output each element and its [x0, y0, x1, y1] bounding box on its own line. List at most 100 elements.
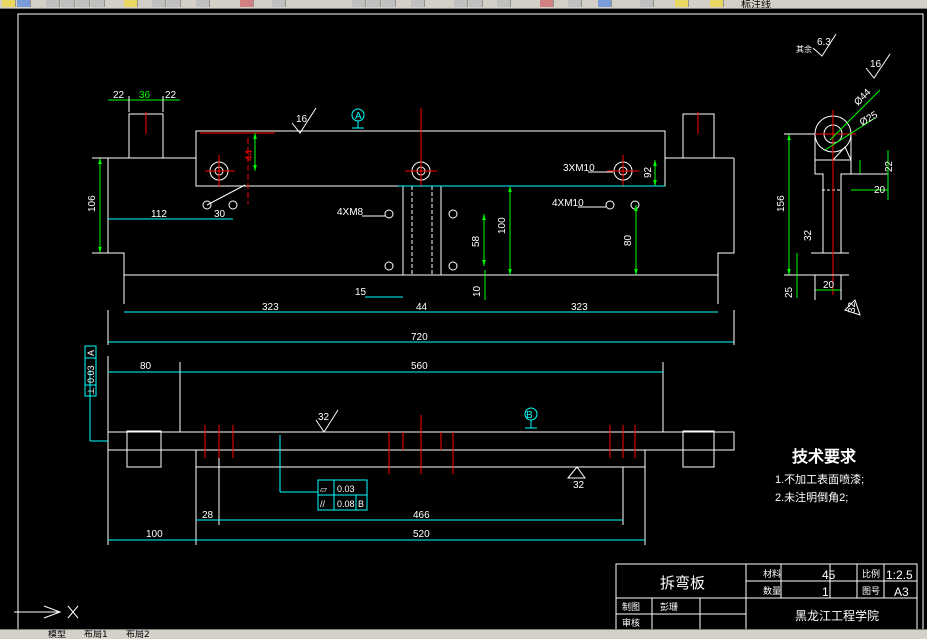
- design-center-icon[interactable]: [497, 0, 511, 7]
- front-view-centerlines: [204, 415, 636, 474]
- zoom-window-icon[interactable]: [367, 0, 381, 7]
- layer-manager-icon[interactable]: [640, 0, 654, 7]
- qty-label: 数量: [763, 585, 781, 596]
- dim-22a: 22: [113, 90, 125, 101]
- copy-icon[interactable]: [76, 0, 90, 7]
- material-value: 45: [822, 568, 836, 582]
- qty-value: 1: [822, 585, 829, 599]
- tol-par-val: 0.08: [337, 499, 355, 509]
- text-style-icon[interactable]: [454, 0, 468, 7]
- right-clamp: [682, 430, 715, 468]
- tol-flat-sym: ▱: [320, 484, 327, 494]
- tol-flat-val: 0.03: [337, 484, 355, 494]
- top-plate: [195, 130, 666, 187]
- save-icon[interactable]: [17, 0, 31, 7]
- tool-palette-icon[interactable]: [540, 0, 554, 7]
- properties-icon[interactable]: [469, 0, 483, 7]
- note-4xm8: 4XM8: [337, 207, 364, 218]
- material-label: 材料: [763, 568, 781, 579]
- zoom-realtime-icon[interactable]: [352, 0, 366, 7]
- tol-perp-sym: ⊥: [86, 387, 96, 395]
- layer-color-icon[interactable]: [710, 0, 724, 7]
- drawn-label: 制图: [622, 601, 640, 612]
- roughness-16-side: 16: [870, 59, 882, 70]
- paste-icon[interactable]: [91, 0, 105, 7]
- front-view-dimensions: [89, 370, 663, 541]
- drawing-canvas[interactable]: 22 36 22 106 112 30 44 92 58 100 80 10 1…: [0, 8, 927, 629]
- dim-520: 520: [413, 529, 430, 540]
- zoom-extents-icon[interactable]: [411, 0, 425, 7]
- tol-perp-val: 0.03: [86, 365, 96, 383]
- dim-22b: 22: [165, 90, 177, 101]
- match-properties-icon[interactable]: [124, 0, 138, 7]
- pan-icon[interactable]: [196, 0, 210, 7]
- tolerance-perpendicularity: A 0.03 ⊥: [84, 345, 97, 397]
- tech-req-item2: 2.未注明倒角2;: [775, 490, 848, 504]
- dim-25: 25: [784, 286, 795, 298]
- tech-requirements: 技术要求 1.不加工表面喷漆; 2.未注明倒角2;: [775, 447, 864, 504]
- cut-icon[interactable]: [61, 0, 75, 7]
- open-icon[interactable]: [2, 0, 16, 7]
- school-name: 黑龙江工程学院: [795, 608, 879, 623]
- undo-icon[interactable]: [152, 0, 166, 7]
- side-view-centerlines: [810, 110, 856, 295]
- dim-15: 15: [355, 287, 367, 298]
- dim-28: 28: [202, 510, 214, 521]
- zoom-previous-icon[interactable]: [382, 0, 396, 7]
- calculator-icon[interactable]: [568, 0, 582, 7]
- redo-icon[interactable]: [167, 0, 181, 7]
- help-icon[interactable]: [598, 0, 612, 7]
- side-view: [811, 115, 852, 254]
- arrow-down-icon[interactable]: [272, 0, 286, 7]
- dim-30: 30: [214, 209, 226, 220]
- drawn-name: 彭珊: [660, 601, 678, 612]
- layer-icon[interactable]: [240, 0, 254, 7]
- sheet-label: 图号: [862, 586, 880, 596]
- roughness-32b: 32: [573, 480, 585, 491]
- dim-44v: 44: [244, 149, 255, 161]
- dim-dia25: Ø25: [858, 109, 880, 128]
- print-icon[interactable]: [46, 0, 60, 7]
- roughness-32a: 32: [318, 412, 330, 423]
- tol-perp-ref: A: [86, 350, 96, 356]
- dim-f100: 100: [146, 529, 163, 540]
- tech-req-title: 技术要求: [792, 447, 857, 466]
- dim-92: 92: [643, 166, 654, 178]
- ucs-icon: [14, 605, 79, 619]
- dim-44: 44: [416, 302, 428, 313]
- note-rest: 其余: [796, 44, 812, 54]
- side-view-dim-text: 156 25 20 20 22 32 Ø44 Ø25 其余 6.3 16 32: [776, 37, 895, 313]
- dim-323a: 323: [262, 302, 279, 313]
- scale-value: 1:2.5: [886, 568, 913, 582]
- roughness-63: 6.3: [817, 37, 831, 48]
- dim-10: 10: [472, 285, 483, 297]
- dim-80: 80: [623, 234, 634, 246]
- dim-466: 466: [413, 510, 430, 521]
- tech-req-item1: 1.不加工表面喷漆;: [775, 472, 864, 486]
- top-view-dimensions: [92, 96, 735, 345]
- dim-112: 112: [151, 209, 167, 220]
- sheet-value: A3: [894, 585, 909, 599]
- dim-dia44: Ø44: [852, 87, 873, 108]
- tolerance-flatness-parallel: ▱ 0.03 // 0.08 B: [317, 479, 368, 511]
- dim-720: 720: [411, 332, 428, 343]
- dim-20a: 20: [823, 280, 835, 291]
- tol-par-ref: B: [358, 499, 364, 509]
- dim-36: 36: [139, 90, 151, 101]
- checked-label: 审核: [622, 617, 640, 628]
- dim-22: 22: [884, 160, 895, 172]
- dim-58: 58: [471, 235, 482, 247]
- dim-f80: 80: [140, 361, 152, 372]
- dim-323b: 323: [571, 302, 588, 313]
- dim-106: 106: [87, 195, 98, 212]
- dim-156: 156: [776, 195, 787, 212]
- layer-state-icon[interactable]: [675, 0, 689, 7]
- scale-label: 比例: [862, 568, 880, 579]
- part-name: 拆弯板: [660, 574, 705, 592]
- left-clamp: [126, 430, 162, 468]
- dim-560: 560: [411, 361, 428, 372]
- top-view-centerlines: [145, 108, 699, 204]
- dim-32: 32: [803, 229, 814, 241]
- dim-100: 100: [497, 217, 508, 234]
- tol-par-sym: //: [320, 499, 326, 509]
